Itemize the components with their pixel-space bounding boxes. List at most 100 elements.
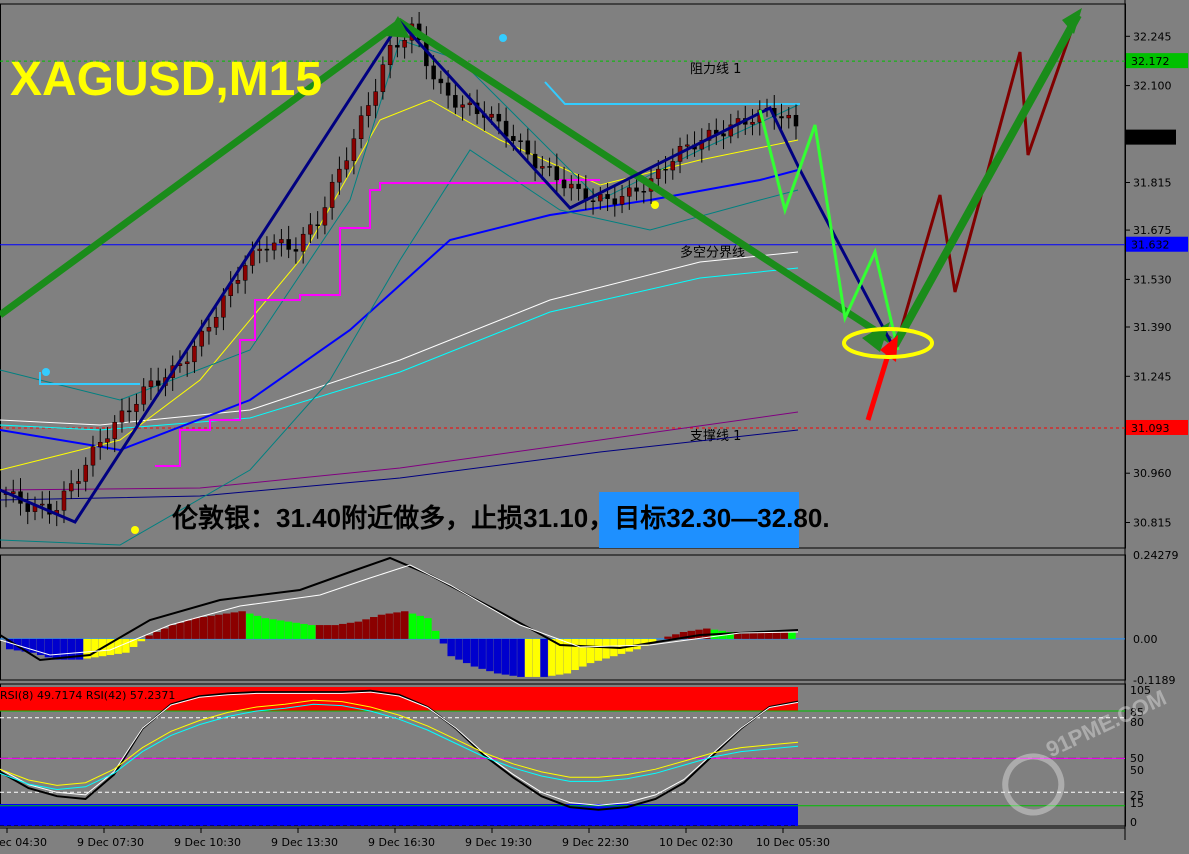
macd-bar <box>253 615 262 639</box>
macd-bar <box>393 612 401 639</box>
level-value-label: 31.632 <box>1131 239 1170 252</box>
candle-body <box>547 166 552 168</box>
candle-body <box>329 181 335 208</box>
macd-bar <box>540 638 548 677</box>
macd-bar <box>772 631 781 639</box>
macd-bar <box>385 613 393 639</box>
candle-body <box>90 446 96 466</box>
macd-bar <box>788 631 796 639</box>
candle-body <box>373 91 378 106</box>
macd-bar <box>52 638 60 660</box>
candle-body <box>634 187 639 192</box>
candle-body <box>525 140 531 155</box>
macd-bar <box>160 628 169 639</box>
x-tick-label: 10 Dec 02:30 <box>659 836 733 849</box>
candle-body <box>293 249 299 252</box>
candle-body <box>155 380 161 386</box>
macd-bar <box>408 613 417 639</box>
macd-bar <box>586 638 595 664</box>
support-label: 支撑线 1 <box>690 429 741 444</box>
macd-bar <box>284 621 293 639</box>
x-tick-label: 9 Dec 10:30 <box>174 836 241 849</box>
x-tick-label: 9 Dec 13:30 <box>271 836 338 849</box>
marker-dot <box>42 368 50 376</box>
candle-body <box>279 239 284 244</box>
macd-bar <box>509 638 517 676</box>
candle-body <box>308 224 313 235</box>
annotation-text: 附近做多，止损 <box>341 503 523 533</box>
macd-bar <box>594 638 603 661</box>
macd-bar <box>300 623 308 639</box>
current-price-label: 31.947 <box>1130 132 1169 145</box>
candle-body <box>467 102 473 106</box>
candle-body <box>358 115 364 140</box>
candle-body <box>105 438 110 443</box>
candle-body <box>10 491 16 494</box>
candle-body <box>561 179 567 189</box>
candle-body <box>337 168 342 183</box>
macd-bar <box>493 638 502 674</box>
macd-bar <box>571 638 579 671</box>
rsi-legend: RSI(8) 49.7174 RSI(42) 57.2371 <box>0 689 175 702</box>
macd-bar <box>315 625 324 639</box>
resistance-label: 阻力线 1 <box>690 62 741 77</box>
annotation-prefix: 伦敦银： <box>172 503 276 533</box>
macd-bar <box>548 638 556 676</box>
macd-bar <box>532 638 541 677</box>
macd-bar <box>215 614 223 639</box>
candle-body <box>641 191 647 193</box>
candle-body <box>540 166 545 169</box>
macd-bar <box>346 622 355 639</box>
macd-bar <box>153 631 161 639</box>
macd-bar <box>339 623 347 639</box>
candle-body <box>779 116 784 119</box>
macd-bar <box>478 638 486 669</box>
rsi-oversold-band <box>0 804 798 826</box>
y-tick-label: 30.960 <box>1133 467 1172 480</box>
candle-body <box>119 410 125 423</box>
candle-body <box>663 168 668 171</box>
macd-bar <box>462 638 471 664</box>
candle-body <box>453 95 458 108</box>
y-tick-label: 31.530 <box>1133 273 1172 286</box>
candle-body <box>97 442 103 448</box>
macd-bar <box>401 611 409 639</box>
candle-body <box>576 183 581 189</box>
y-tick-label: 30.815 <box>1133 517 1172 530</box>
rsi-tick-label: 15 <box>1130 797 1144 810</box>
annotation-entry: 31.40 <box>276 503 341 533</box>
candle-body <box>242 265 248 281</box>
candle-body <box>257 248 262 251</box>
candle-body <box>445 82 451 96</box>
candle-body <box>598 194 603 202</box>
candle-body <box>612 198 618 205</box>
candle-body <box>235 280 241 284</box>
macd-bar <box>292 622 301 639</box>
macd-bar <box>184 620 192 639</box>
macd-bar <box>269 619 277 639</box>
macd-bar <box>246 613 254 639</box>
candle-body <box>431 65 436 80</box>
candle-body <box>134 403 139 412</box>
candle-body <box>148 380 154 388</box>
candle-body <box>366 105 371 116</box>
macd-bar <box>207 615 215 639</box>
candle-body <box>554 166 560 181</box>
macd-bar <box>261 618 270 639</box>
macd-bar <box>308 625 316 639</box>
candle-body <box>627 187 632 197</box>
macd-bar <box>176 622 184 639</box>
macd-bar <box>486 638 494 672</box>
candle-body <box>496 113 502 122</box>
candle-body <box>351 138 357 161</box>
macd-bar <box>354 621 362 639</box>
candle-body <box>438 78 444 84</box>
candle-body <box>192 345 197 363</box>
macd-bar <box>145 635 153 639</box>
candle-body <box>264 248 270 251</box>
y-tick-label: 32.100 <box>1133 80 1172 93</box>
candle-body <box>206 327 212 332</box>
candle-body <box>685 144 690 147</box>
candle-body <box>199 330 204 347</box>
level-value-label: 32.172 <box>1131 55 1170 68</box>
